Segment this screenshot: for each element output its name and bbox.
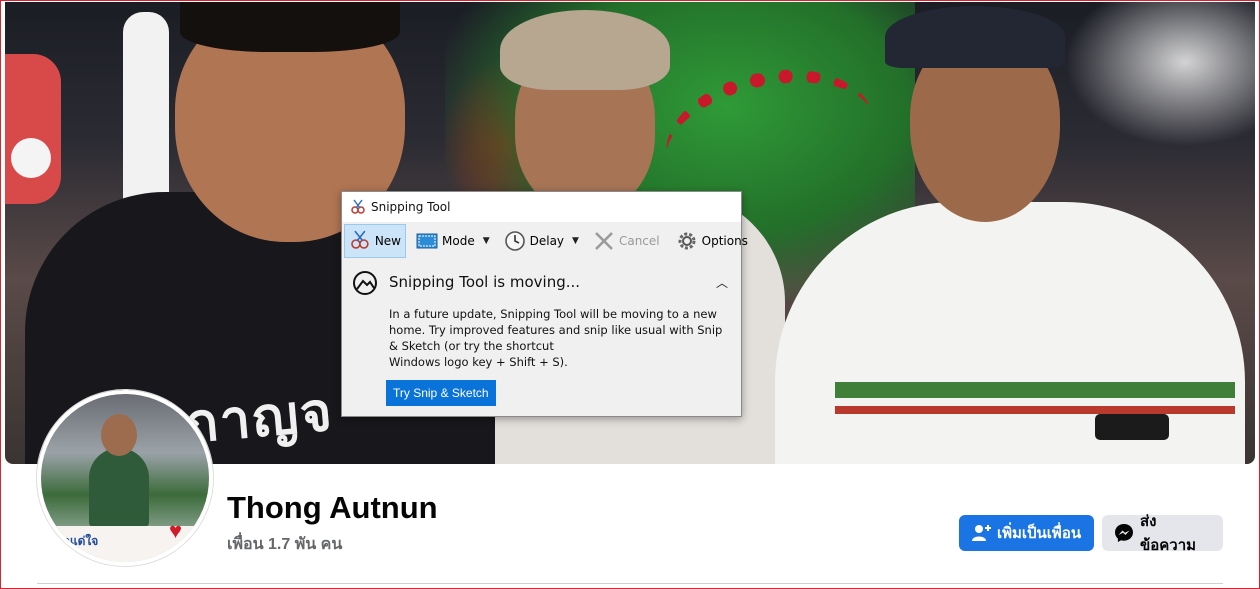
add-friend-button[interactable]: เพิ่มเป็นเพื่อน xyxy=(959,515,1094,551)
friends-count[interactable]: เพื่อน 1.7 พัน คน xyxy=(227,532,342,557)
gear-icon xyxy=(678,232,696,250)
cover-photo-umbrella xyxy=(123,12,169,212)
clock-icon xyxy=(504,231,525,251)
snipping-tool-titlebar[interactable]: Snipping Tool xyxy=(342,192,741,222)
notice-line: In a future update, Snipping Tool will b… xyxy=(389,307,717,321)
new-snip-label: New xyxy=(374,234,401,248)
message-label: ส่งข้อความ xyxy=(1140,513,1197,554)
options-button[interactable]: Options xyxy=(672,224,752,258)
cancel-button: Cancel xyxy=(589,224,664,258)
chevron-down-icon[interactable]: ▼ xyxy=(572,236,579,246)
snipping-tool-title: Snipping Tool xyxy=(371,200,451,214)
close-icon xyxy=(595,232,613,250)
snipping-tool-toolbar: New Mode ▼ Delay ▼ Cancel Options xyxy=(342,222,748,260)
mode-label: Mode xyxy=(442,234,475,248)
notice-line: & Sketch (or try the shortcut xyxy=(389,339,554,353)
notice-line: Windows logo key + Shift + S). xyxy=(389,355,568,369)
new-snip-button[interactable]: New xyxy=(344,224,406,258)
avatar-banner-text: บกแด่ใจ xyxy=(55,534,99,548)
message-button[interactable]: ส่งข้อความ xyxy=(1102,513,1223,554)
notice-heading: Snipping Tool is moving... xyxy=(389,273,581,291)
chevron-down-icon[interactable]: ▼ xyxy=(483,236,490,246)
scissors-icon xyxy=(351,230,369,249)
try-snip-sketch-button[interactable]: Try Snip & Sketch xyxy=(386,380,496,406)
notice-message: In a future update, Snipping Tool will b… xyxy=(389,306,723,370)
delay-button[interactable]: Delay ▼ xyxy=(500,224,583,258)
chevron-up-icon[interactable]: ︿ xyxy=(716,274,728,291)
profile-avatar[interactable]: บกแด่ใจ ♥ xyxy=(37,390,213,566)
rectangle-snip-icon xyxy=(416,233,438,249)
add-friend-label: เพิ่มเป็นเพื่อน xyxy=(997,525,1082,542)
add-person-icon xyxy=(972,525,991,541)
snipping-tool-window[interactable]: Snipping Tool New Mode ▼ Delay ▼ Cancel … xyxy=(341,191,748,417)
delay-label: Delay xyxy=(529,234,565,248)
cover-photo-booth-sign xyxy=(5,54,61,204)
heart-icon: ♥ xyxy=(169,518,183,543)
messenger-icon xyxy=(1115,524,1133,542)
cover-photo-person-right xyxy=(775,202,1245,464)
options-label: Options xyxy=(701,234,748,248)
cancel-label: Cancel xyxy=(618,234,660,248)
snipping-tool-notice: Snipping Tool is moving... ︿ In a future… xyxy=(342,262,741,416)
snip-sketch-icon xyxy=(353,271,377,295)
scissors-icon xyxy=(351,199,365,214)
profile-name: Thong Autnun xyxy=(227,490,438,525)
profile-divider xyxy=(37,583,1223,584)
cover-photo-phone xyxy=(1095,414,1169,440)
mode-button[interactable]: Mode ▼ xyxy=(412,224,494,258)
notice-line: home. Try improved features and snip lik… xyxy=(389,323,723,337)
